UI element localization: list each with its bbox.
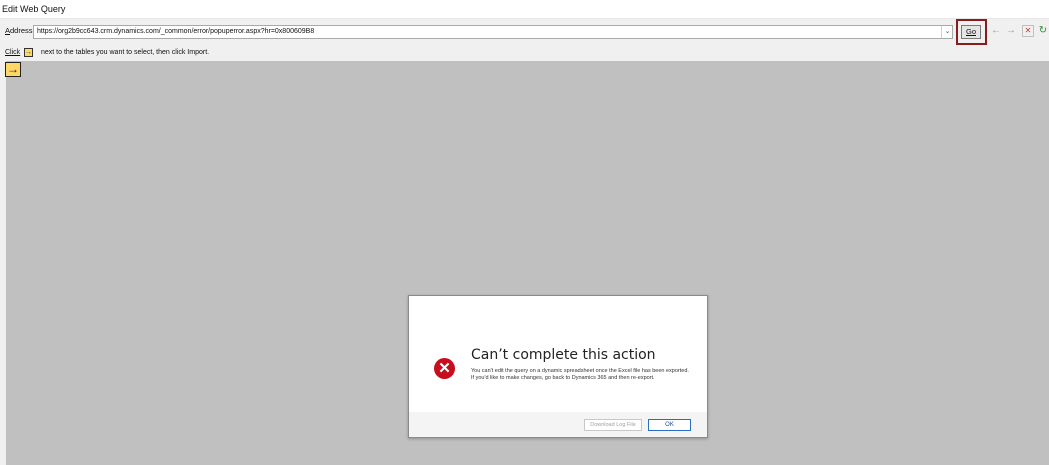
dialog-title: Can’t complete this action	[471, 347, 656, 363]
stop-icon[interactable]: ✕	[1022, 25, 1034, 37]
back-icon[interactable]: ←	[990, 25, 1002, 37]
address-label-rest: ddress:	[10, 26, 35, 35]
error-dialog: ✕ Can’t complete this action You can't e…	[408, 295, 708, 438]
go-button[interactable]: Go	[961, 25, 981, 39]
instruction-arrow-icon: →	[24, 48, 33, 57]
address-dropdown-icon[interactable]: ⌄	[941, 26, 953, 38]
address-label: Address:	[5, 26, 35, 35]
address-bar: Address: https://org2b9cc643.crm.dynamic…	[0, 18, 1049, 45]
download-log-file-button[interactable]: Download Log File	[584, 419, 642, 431]
address-input[interactable]: https://org2b9cc643.crm.dynamics.com/_co…	[33, 25, 953, 39]
error-icon: ✕	[434, 358, 455, 379]
instruction-text: next to the tables you want to select, t…	[41, 49, 210, 56]
ok-button[interactable]: OK	[648, 419, 691, 431]
instruction-click-label: Click	[5, 49, 21, 56]
dialog-footer: Download Log File OK	[409, 412, 707, 437]
forward-icon[interactable]: →	[1005, 25, 1017, 37]
dialog-message: You can't edit the query on a dynamic sp…	[471, 368, 689, 381]
refresh-icon[interactable]: ↻	[1037, 25, 1049, 37]
window-title: Edit Web Query	[0, 0, 1049, 18]
table-select-arrow-icon[interactable]: →	[5, 62, 21, 77]
instruction-row: Click → next to the tables you want to s…	[0, 45, 1049, 61]
